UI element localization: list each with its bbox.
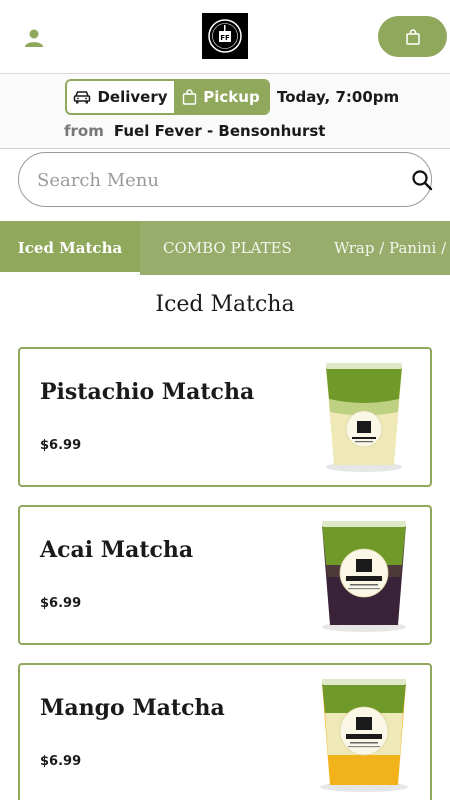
tab-iced-matcha[interactable]: Iced Matcha (0, 221, 140, 275)
pickup-label: Pickup (203, 88, 260, 106)
pistachio-matcha-image (326, 363, 402, 472)
from-label: from (64, 122, 104, 140)
app-header: FF (0, 0, 450, 74)
logo[interactable]: FF (202, 13, 248, 59)
mango-matcha-image (320, 679, 408, 792)
acai-matcha-image (322, 521, 406, 632)
search-bar (18, 152, 433, 207)
fulfillment-toggle: Delivery Pickup (65, 79, 270, 115)
bag-icon (183, 89, 197, 105)
delivery-label: Delivery (97, 88, 168, 106)
item-price: $6.99 (40, 438, 82, 453)
user-icon (25, 29, 43, 47)
section-title: Iced Matcha (155, 292, 295, 317)
order-options-bar: Delivery Pickup Today, 7:00pm from Fuel F… (0, 74, 450, 149)
pickup-option[interactable]: Pickup (174, 81, 268, 113)
tab-combo-plates[interactable]: COMBO PLATES (163, 221, 292, 275)
item-price: $6.99 (40, 754, 82, 769)
account-button[interactable] (20, 24, 48, 52)
item-name: Mango Matcha (40, 695, 225, 721)
delivery-option[interactable]: Delivery (67, 81, 174, 113)
store-location: Fuel Fever - Bensonhurst (113, 122, 326, 140)
menu-item-card[interactable]: Acai Matcha $6.99 (18, 505, 432, 645)
search-icon[interactable] (411, 169, 433, 191)
category-tabs: Iced Matcha COMBO PLATES Wrap / Panini / (0, 221, 450, 275)
order-time[interactable]: Today, 7:00pm (277, 88, 399, 106)
logo-text: FF (220, 34, 230, 42)
cart-button[interactable] (378, 16, 447, 57)
menu-item-card[interactable]: Pistachio Matcha $6.99 (18, 347, 432, 487)
item-name: Acai Matcha (40, 537, 194, 563)
item-name: Pistachio Matcha (40, 379, 255, 405)
fuel-fever-logo-icon: FF (208, 19, 242, 53)
shopping-bag-icon (405, 28, 420, 45)
search-input[interactable] (37, 165, 377, 195)
tab-wrap-panini[interactable]: Wrap / Panini / (334, 221, 446, 275)
item-price: $6.99 (40, 596, 82, 611)
car-icon (74, 91, 91, 104)
pickup-location-row[interactable]: from Fuel Fever - Bensonhurst (64, 122, 325, 140)
menu-item-card[interactable]: Mango Matcha $6.99 (18, 663, 432, 800)
